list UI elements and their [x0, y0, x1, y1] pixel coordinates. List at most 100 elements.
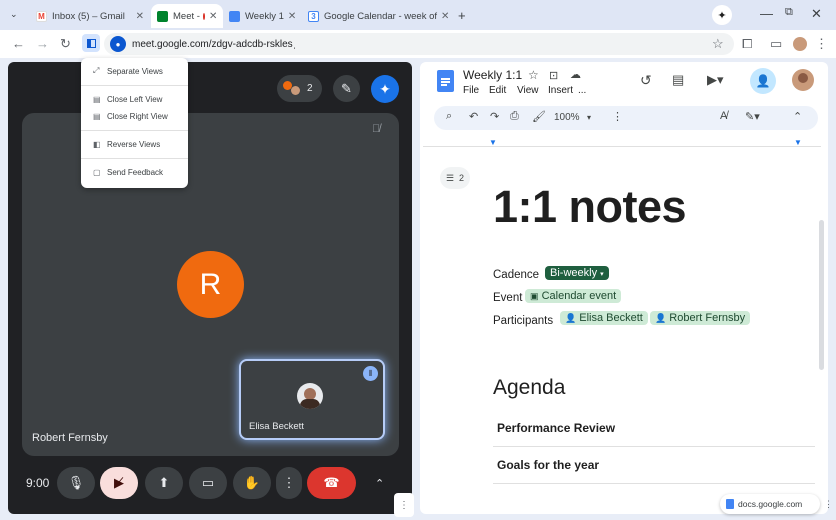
version-history-icon[interactable]: ↺: [640, 72, 652, 89]
person-chip-robert[interactable]: 👤 Robert Fernsby: [650, 311, 751, 325]
close-tab-icon[interactable]: ✕: [205, 11, 217, 22]
more-options-button[interactable]: ⋮: [276, 467, 302, 499]
docs-logo-icon[interactable]: [437, 70, 454, 92]
captions-button[interactable]: ▭: [189, 467, 227, 499]
close-tab-icon[interactable]: ✕: [284, 11, 296, 22]
split-view-button[interactable]: [82, 34, 100, 52]
calendar-event-chip[interactable]: ▣ Calendar event: [525, 289, 622, 303]
event-label: Event: [493, 292, 523, 304]
docs-scrollbar[interactable]: [819, 220, 824, 370]
tab-gmail[interactable]: M Inbox (5) – Gmail ✕: [30, 4, 150, 28]
split-drag-handle-icon[interactable]: ⋮: [394, 493, 414, 517]
right-panel-icon: ▤: [93, 111, 101, 121]
agenda-divider: [493, 483, 815, 484]
docs-menu-view[interactable]: View: [517, 85, 539, 96]
more-menu-icon[interactable]: ⋮: [815, 36, 828, 52]
split-view-icon: [86, 38, 96, 48]
tab-meet[interactable]: Meet - ✕: [151, 4, 223, 28]
badge-more-icon[interactable]: ⋮: [824, 499, 833, 510]
participant-thumb-icon: [291, 86, 300, 95]
outline-button[interactable]: ☰ 2: [440, 167, 470, 189]
effects-pencil-icon[interactable]: ✎: [333, 75, 360, 102]
docs-menu-insert[interactable]: Insert: [548, 85, 573, 96]
spellcheck-icon[interactable]: A̸: [720, 110, 727, 122]
mic-icon: 🎙: [67, 475, 85, 490]
move-folder-icon[interactable]: ⊡: [549, 69, 558, 82]
cast-icon[interactable]: ▭: [770, 36, 782, 52]
domain-badge[interactable]: docs.google.com: [720, 494, 820, 514]
close-tab-icon[interactable]: ✕: [132, 11, 144, 22]
raise-hand-button[interactable]: ✋: [233, 467, 271, 499]
paint-format-icon[interactable]: 🖌: [532, 110, 546, 123]
extensions-icon[interactable]: ⧠: [742, 36, 752, 52]
microphone-icon[interactable]: ●: [110, 36, 126, 52]
close-window-icon[interactable]: ✕: [811, 6, 822, 22]
back-icon[interactable]: ←: [12, 36, 25, 51]
agenda-heading[interactable]: Agenda: [493, 376, 565, 400]
docs-small-icon: [726, 499, 734, 509]
agenda-divider: [493, 446, 815, 447]
minimize-icon[interactable]: —: [760, 6, 773, 21]
zoom-caret-icon[interactable]: ▾: [587, 113, 591, 122]
collapse-toolbar-icon[interactable]: ⌃: [793, 110, 802, 123]
person-chip-elisa[interactable]: 👤 Elisa Beckett: [560, 311, 648, 325]
menu-close-right-view[interactable]: ▤ Close Right View: [81, 107, 188, 125]
bookmark-star-icon[interactable]: ☆: [712, 36, 724, 52]
docs-menu-edit[interactable]: Edit: [489, 85, 506, 96]
chevron-up-icon[interactable]: ⌃: [375, 477, 384, 490]
present-button[interactable]: ⬆: [145, 467, 183, 499]
search-icon[interactable]: ⌕: [446, 110, 452, 123]
tab-docs[interactable]: Weekly 1 ✕: [223, 4, 299, 28]
star-icon[interactable]: ☆: [528, 68, 539, 82]
cadence-label: Cadence: [493, 269, 540, 281]
pip-participant-name: Elisa Beckett: [249, 421, 304, 432]
muted-mic-icon: 🎙̸: [372, 123, 381, 135]
tab-search-icon[interactable]: ⌄: [10, 9, 18, 20]
docs-user-avatar[interactable]: [792, 69, 814, 91]
menu-reverse-views[interactable]: ◧ Reverse Views: [81, 135, 188, 153]
ruler-line: [423, 146, 821, 147]
comments-icon[interactable]: ▤: [672, 72, 684, 88]
close-tab-icon[interactable]: ✕: [437, 11, 449, 22]
feedback-icon: ▢: [93, 167, 101, 177]
url-text[interactable]: meet.google.com/zdgv-adcdb-rsklesˌ: [132, 39, 296, 50]
docs-menu-more[interactable]: ...: [578, 85, 586, 96]
undo-icon[interactable]: ↶: [469, 110, 478, 123]
right-margin-marker-icon[interactable]: ▼: [794, 138, 802, 147]
camera-toggle-button[interactable]: ▶̸: [100, 467, 138, 499]
agenda-item-2[interactable]: Goals for the year: [497, 458, 599, 472]
menu-divider: [81, 85, 188, 86]
restore-icon[interactable]: ⧉: [785, 6, 793, 19]
cadence-dropdown-chip[interactable]: Bi-weekly ▾: [545, 266, 609, 280]
main-avatar: R: [177, 251, 244, 318]
camera-off-icon: ▶̸: [114, 475, 124, 490]
forward-icon[interactable]: →: [36, 36, 49, 51]
menu-close-left-view[interactable]: ▤ Close Left View: [81, 90, 188, 108]
profile-avatar[interactable]: [793, 37, 807, 51]
editing-mode-icon[interactable]: ✎▾: [745, 110, 760, 123]
mic-button[interactable]: 🎙: [57, 467, 95, 499]
indent-marker-icon[interactable]: ▼: [489, 138, 497, 147]
zoom-select[interactable]: 100%: [554, 112, 580, 123]
redo-icon[interactable]: ↷: [490, 110, 499, 123]
share-add-person-icon[interactable]: 👤: [750, 68, 776, 94]
menu-separate-views[interactable]: ⤢ Separate Views: [81, 62, 188, 80]
agenda-item-1[interactable]: Performance Review: [497, 421, 615, 435]
end-call-button[interactable]: ☎: [307, 467, 356, 499]
print-icon[interactable]: ⎙: [510, 110, 519, 123]
docs-menu-file[interactable]: File: [463, 85, 479, 96]
toolbar-more-icon[interactable]: ⋮: [612, 110, 623, 123]
meet-join-icon[interactable]: ▶▾: [707, 72, 724, 88]
doc-title[interactable]: Weekly 1:1: [463, 68, 522, 82]
menu-send-feedback[interactable]: ▢ Send Feedback: [81, 163, 188, 181]
gmail-icon: M: [36, 10, 47, 22]
reload-icon[interactable]: ↻: [60, 36, 71, 52]
gemini-icon[interactable]: ✦: [712, 5, 732, 25]
gemini-meet-icon[interactable]: ✦: [371, 75, 399, 103]
tab-calendar[interactable]: 3 Google Calendar - week of ✕: [302, 4, 450, 28]
doc-heading[interactable]: 1:1 notes: [493, 181, 687, 233]
person-icon: 👤: [565, 313, 577, 323]
main-participant-name: Robert Fernsby: [32, 432, 108, 444]
new-tab-button[interactable]: +: [458, 8, 466, 23]
more-vert-icon: ⋮: [282, 475, 296, 490]
